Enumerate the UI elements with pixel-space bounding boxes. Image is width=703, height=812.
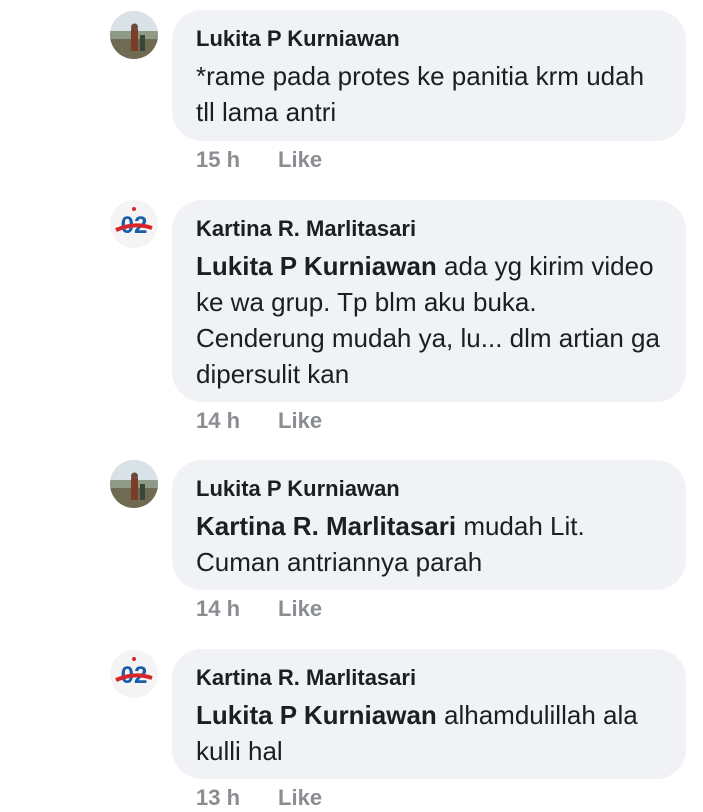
avatar[interactable]: 02 (110, 650, 158, 698)
comment-author[interactable]: Lukita P Kurniawan (196, 26, 664, 52)
like-button[interactable]: Like (278, 785, 322, 810)
comment-author[interactable]: Kartina R. Marlitasari (196, 216, 664, 242)
like-button[interactable]: Like (278, 147, 322, 172)
comment-mention[interactable]: Kartina R. Marlitasari (196, 511, 456, 541)
avatar[interactable] (110, 460, 158, 508)
comment-mention[interactable]: Lukita P Kurniawan (196, 251, 437, 281)
comment-timestamp[interactable]: 14 h (196, 408, 240, 433)
comment-bubble: Lukita P Kurniawan Kartina R. Marlitasar… (172, 460, 686, 590)
comment-author[interactable]: Lukita P Kurniawan (196, 476, 664, 502)
comment-meta: 14 h Like (196, 596, 322, 622)
comment-text: Lukita P Kurniawan ada yg kirim video ke… (196, 248, 664, 392)
landscape-photo-icon (110, 460, 158, 508)
comment-text: Lukita P Kurniawan alhamdulillah ala kul… (196, 697, 664, 769)
like-button[interactable]: Like (278, 596, 322, 621)
comment-mention[interactable]: Lukita P Kurniawan (196, 700, 437, 730)
comment-meta: 14 h Like (196, 408, 322, 434)
logo-02-icon: 02 (110, 200, 158, 248)
comment-timestamp[interactable]: 13 h (196, 785, 240, 810)
comment-timestamp[interactable]: 14 h (196, 596, 240, 621)
comment-meta: 15 h Like (196, 147, 322, 173)
logo-02-icon: 02 (110, 650, 158, 698)
comment-timestamp[interactable]: 15 h (196, 147, 240, 172)
comment-text: Kartina R. Marlitasari mudah Lit. Cuman … (196, 508, 664, 580)
comment-bubble: Lukita P Kurniawan *rame pada protes ke … (172, 10, 686, 141)
comment-author[interactable]: Kartina R. Marlitasari (196, 665, 664, 691)
avatar[interactable] (110, 11, 158, 59)
comment-body: *rame pada protes ke panitia krm udah tl… (196, 61, 645, 127)
landscape-photo-icon (110, 11, 158, 59)
comment-text: *rame pada protes ke panitia krm udah tl… (196, 58, 664, 130)
comment-meta: 13 h Like (196, 785, 322, 811)
comment-bubble: Kartina R. Marlitasari Lukita P Kurniawa… (172, 649, 686, 779)
avatar[interactable]: 02 (110, 200, 158, 248)
like-button[interactable]: Like (278, 408, 322, 433)
comment-bubble: Kartina R. Marlitasari Lukita P Kurniawa… (172, 200, 686, 402)
